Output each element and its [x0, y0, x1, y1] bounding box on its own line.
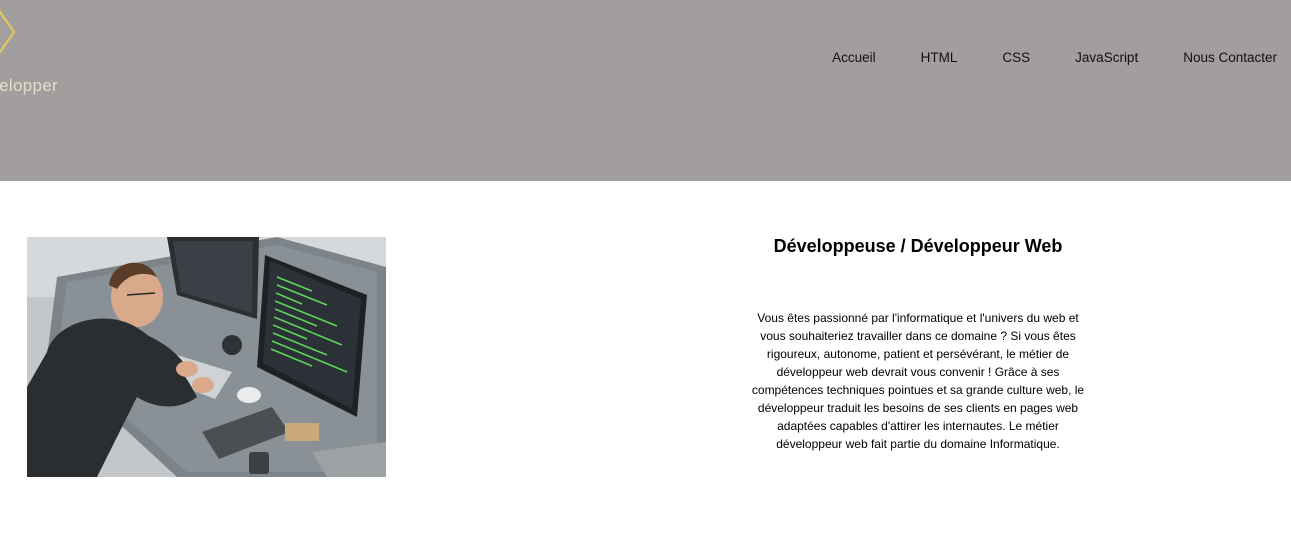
nav-link-css[interactable]: CSS	[1002, 49, 1030, 67]
page-title: Développeuse / Développeur Web	[773, 236, 1063, 256]
nav-link-html[interactable]: HTML	[921, 49, 958, 67]
logo[interactable]: Developper	[0, 10, 58, 100]
developer-at-desk-illustration	[27, 237, 386, 477]
nav-link-javascript[interactable]: JavaScript	[1075, 49, 1138, 67]
main-nav: Accueil HTML CSS JavaScript Nous Contact…	[832, 49, 1277, 67]
description-text: Vous êtes passionné par l'informatique e…	[751, 311, 1085, 451]
logo-text: Developper	[0, 76, 58, 95]
nav-link-accueil[interactable]: Accueil	[832, 49, 876, 67]
content-section: Développeuse / Développeur Web Vous êtes…	[733, 230, 1103, 453]
developer-photo	[27, 237, 386, 477]
nav-link-contact[interactable]: Nous Contacter	[1183, 49, 1277, 67]
page: Developper Accueil HTML CSS JavaScript N…	[0, 0, 1291, 543]
site-header: Developper Accueil HTML CSS JavaScript N…	[0, 0, 1291, 181]
diamond-logo-icon	[0, 10, 16, 54]
